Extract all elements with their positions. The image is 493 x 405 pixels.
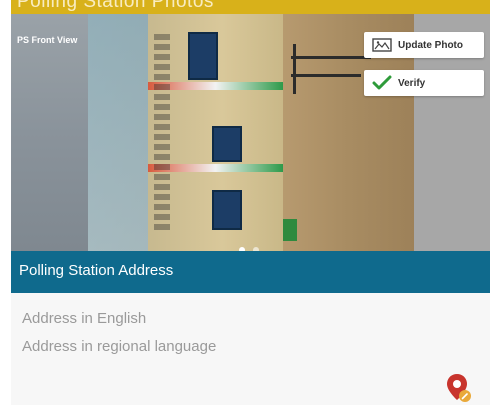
address-section-header: Polling Station Address xyxy=(11,251,490,293)
photo-pole xyxy=(291,56,371,59)
address-regional-field[interactable]: Address in regional language xyxy=(22,338,216,355)
photo-door xyxy=(212,190,242,230)
verify-button[interactable]: Verify xyxy=(364,70,484,96)
verify-label: Verify xyxy=(398,77,426,89)
address-section-title: Polling Station Address xyxy=(19,262,174,279)
photo-pole xyxy=(291,74,361,77)
update-photo-button[interactable]: Update Photo xyxy=(364,32,484,58)
photo-window xyxy=(212,126,242,162)
map-pin-icon[interactable] xyxy=(446,373,472,403)
photo-sign xyxy=(283,219,297,241)
checkmark-icon xyxy=(372,75,392,91)
photo-view-label: PS Front View xyxy=(17,35,78,45)
photo-background-left xyxy=(11,14,88,251)
photos-header: Polling Station Photos xyxy=(11,0,490,14)
photo-carousel[interactable]: PS Front View Update Photo Verify xyxy=(11,14,490,251)
photo-pole xyxy=(293,44,296,94)
photo-sky xyxy=(88,14,148,251)
polling-station-card: Polling Station Photos PS Front View Upd… xyxy=(11,0,490,405)
update-photo-label: Update Photo xyxy=(398,39,463,51)
photo-wall-lettering xyxy=(154,34,170,234)
image-icon xyxy=(372,37,392,53)
photos-header-title: Polling Station Photos xyxy=(17,0,214,12)
photo-window xyxy=(188,32,218,80)
address-english-field[interactable]: Address in English xyxy=(22,310,146,327)
address-body: Address in English Address in regional l… xyxy=(11,293,490,405)
